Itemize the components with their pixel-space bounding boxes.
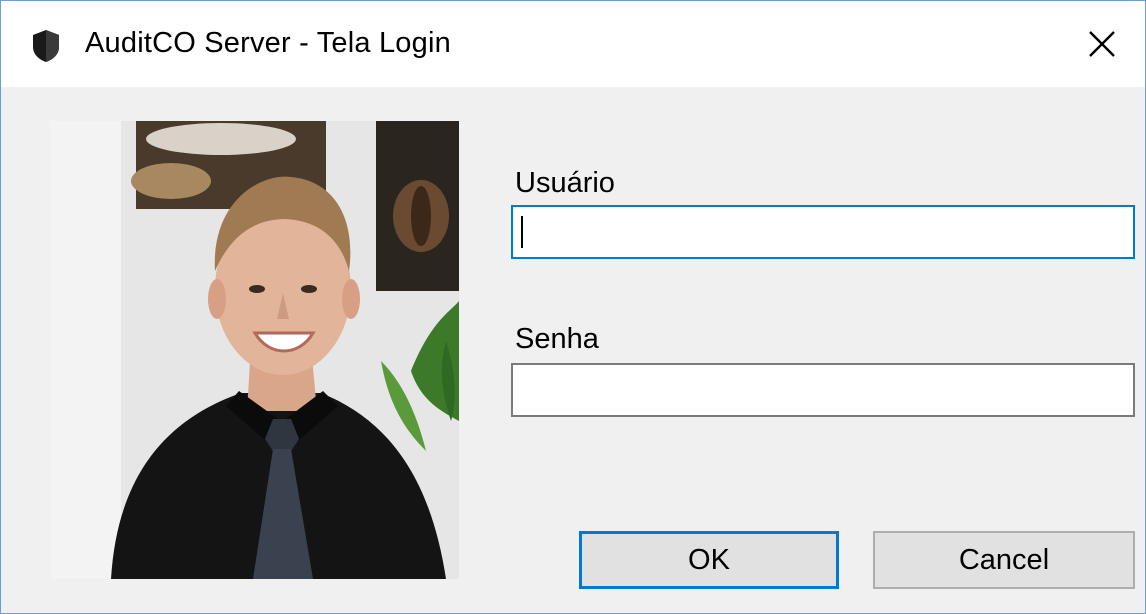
close-button[interactable] <box>1059 1 1145 87</box>
user-photo <box>51 121 459 579</box>
password-label: Senha <box>515 323 599 355</box>
shield-icon <box>31 29 61 63</box>
window-title: AuditCO Server - Tela Login <box>85 27 451 59</box>
title-bar[interactable]: AuditCO Server - Tela Login <box>1 1 1145 87</box>
close-icon <box>1089 31 1115 57</box>
username-input[interactable] <box>511 205 1135 259</box>
ok-button[interactable]: OK <box>579 531 839 589</box>
login-window: AuditCO Server - Tela Login Usuário Senh… <box>0 0 1146 614</box>
password-input[interactable] <box>511 363 1135 417</box>
cancel-button[interactable]: Cancel <box>873 531 1135 589</box>
text-caret <box>521 216 523 248</box>
username-label: Usuário <box>515 167 615 199</box>
dialog-body: Usuário Senha OK Cancel <box>1 87 1145 613</box>
